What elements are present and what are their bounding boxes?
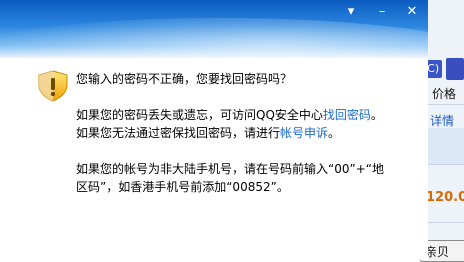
- error-question-text: 您输入的密码不正确，您要找回密码吗？: [76, 72, 293, 86]
- minimize-button[interactable]: –: [372, 4, 392, 20]
- menu-button[interactable]: ▾: [341, 4, 361, 20]
- background-price: 120.0: [426, 190, 464, 205]
- recover-password-text: 如果您的密码丢失或遗忘，可访问QQ安全中心: [76, 108, 323, 122]
- background-tab[interactable]: [446, 58, 464, 80]
- close-button[interactable]: ✕: [402, 4, 422, 20]
- background-divider: [428, 222, 464, 223]
- phone-number-tip-line2: 区码”，如香港手机号前添加“00852”。: [76, 180, 289, 194]
- background-row-highlight: [428, 128, 464, 164]
- phone-number-tip-line1: 如果您的帐号为非大陆手机号，请在号码前输入“00”+“地: [76, 162, 384, 176]
- recover-password-suffix: 。: [370, 108, 383, 122]
- background-divider: [428, 164, 464, 165]
- password-error-dialog: ▾ – ✕ 您输入的密码不正确，您要找回密码吗？ 如果您的密码丢失或遗忘，可访问…: [0, 0, 428, 260]
- recover-password-link[interactable]: 找回密码: [323, 108, 371, 122]
- background-divider: [428, 104, 464, 105]
- account-appeal-link[interactable]: 帐号申诉: [280, 126, 328, 140]
- account-appeal-suffix: 。: [328, 126, 341, 140]
- background-column-header: 价格: [432, 87, 457, 101]
- background-button-label: 亲贝: [425, 245, 450, 259]
- account-appeal-text: 如果您无法通过密保找回密码，请进行: [76, 126, 281, 140]
- dialog-titlebar: [0, 0, 428, 88]
- background-detail-link[interactable]: 详情: [430, 112, 454, 129]
- recover-password-line: 如果您的密码丢失或遗忘，可访问QQ安全中心找回密码。: [76, 106, 383, 125]
- warning-shield-icon: [38, 70, 68, 102]
- account-appeal-line: 如果您无法通过密保找回密码，请进行帐号申诉。: [76, 124, 340, 143]
